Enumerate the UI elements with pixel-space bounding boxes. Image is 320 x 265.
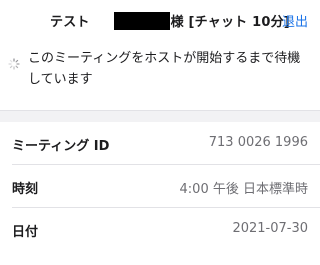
header-bar: テスト 様 [チャット 10分] 退出 bbox=[0, 0, 320, 40]
time-row: 時刻 4:00 午後 日本標準時 bbox=[12, 165, 320, 208]
time-value: 4:00 午後 日本標準時 bbox=[179, 182, 308, 197]
meeting-info-list: ミーティング ID 713 0026 1996 時刻 4:00 午後 日本標準時… bbox=[0, 122, 320, 250]
title-suffix: 様 [チャット 10分] bbox=[170, 15, 290, 30]
date-row: 日付 2021-07-30 bbox=[12, 208, 320, 250]
waiting-message-panel: このミーティングをホストが開始するまで待機しています bbox=[0, 40, 320, 111]
time-label: 時刻 bbox=[12, 182, 39, 197]
meeting-id-label: ミーティング ID bbox=[12, 139, 110, 154]
section-gap bbox=[0, 111, 320, 122]
date-label: 日付 bbox=[12, 225, 39, 240]
spinner-icon bbox=[8, 58, 20, 70]
meeting-id-value: 713 0026 1996 bbox=[208, 135, 308, 150]
meeting-id-row: ミーティング ID 713 0026 1996 bbox=[12, 122, 320, 165]
date-value: 2021-07-30 bbox=[232, 221, 308, 236]
waiting-text: このミーティングをホストが開始するまで待機しています bbox=[28, 51, 301, 87]
meeting-title: テスト 様 [チャット 10分] bbox=[50, 11, 290, 30]
exit-button[interactable]: 退出 bbox=[282, 11, 308, 30]
title-prefix: テスト bbox=[50, 15, 90, 30]
redacted-name-block bbox=[113, 11, 170, 30]
